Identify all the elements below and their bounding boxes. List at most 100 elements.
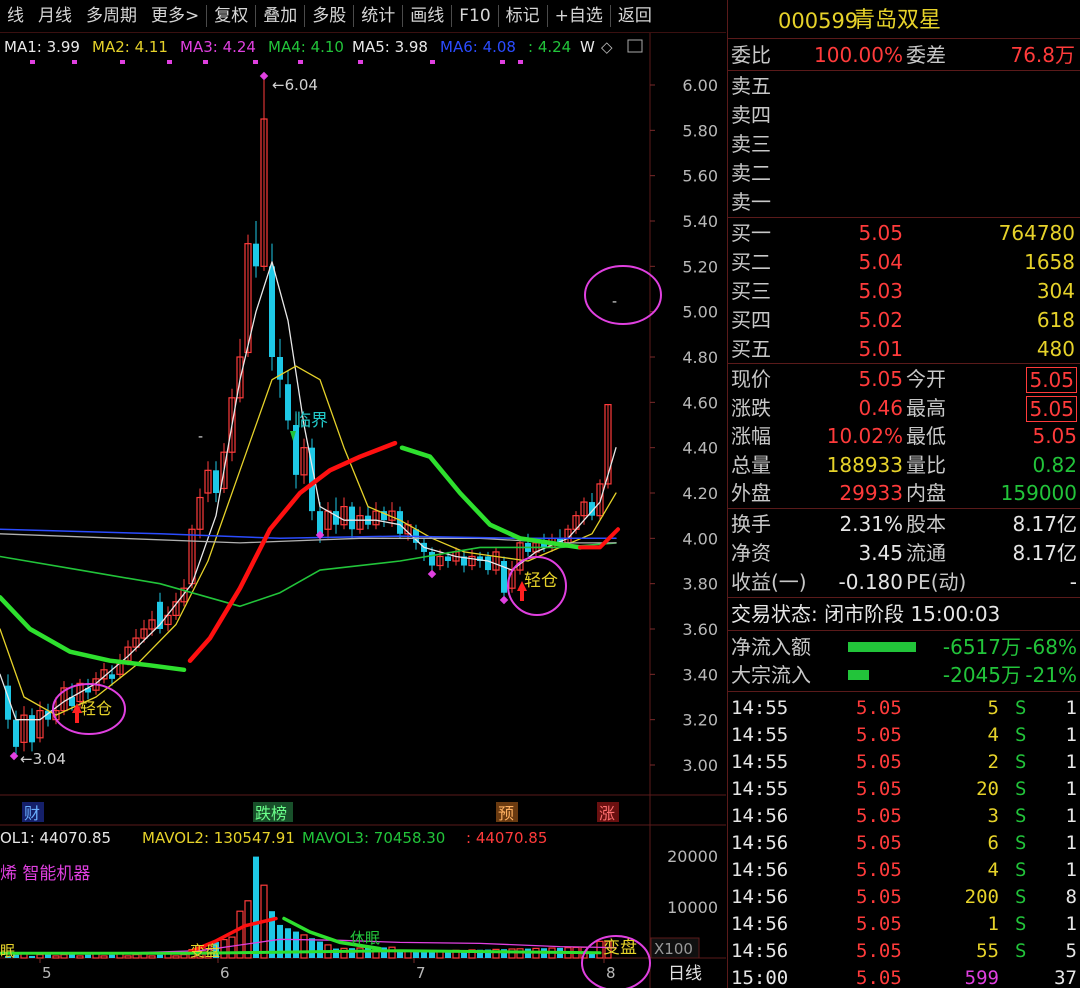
volume-bar-down: [381, 947, 387, 958]
kline-chart-svg[interactable]: MA1: 3.99 MA2: 4.11 MA3: 4.24 MA4: 4.10 MA5:…: [0, 33, 726, 988]
buy-level-row: 买二 5.04 1658: [728, 248, 1080, 276]
sell-level-row: 卖二: [728, 159, 1080, 187]
toolbar-item-3[interactable]: 更多>: [144, 0, 206, 33]
volume-axis-label: 10000: [667, 898, 718, 917]
ma-legend-dot: [298, 60, 303, 64]
tick-count: 1: [1065, 859, 1077, 881]
tick-count: 1: [1065, 778, 1077, 800]
kline-chart-area[interactable]: MA1: 3.99 MA2: 4.11 MA3: 4.24 MA4: 4.10 MA5:…: [0, 33, 726, 988]
quote-stat-label-2: 最高: [906, 395, 946, 420]
tick-volume: 4: [987, 859, 999, 881]
toolbar-item-5[interactable]: 叠加: [256, 0, 304, 33]
tick-price: 5.05: [856, 778, 902, 800]
toolbar-item-9[interactable]: F10: [452, 0, 497, 33]
candle-body-down: [429, 551, 435, 566]
quote-stat2-label-2: 股本: [906, 512, 946, 536]
low-price-label: ←3.04: [20, 750, 66, 768]
toolbar-item-7[interactable]: 统计: [354, 0, 402, 33]
quote-stat2-value: 2.31%: [839, 512, 903, 536]
ma4-thick-green-right: [399, 445, 583, 550]
ma-legend-dot: [120, 60, 125, 64]
tick-row: 14:56 5.05 1 S 1: [728, 911, 1080, 938]
price-axis-label: 3.80: [682, 575, 718, 594]
event-marker-yu: 预: [498, 804, 514, 823]
tick-time: 14:56: [731, 832, 789, 854]
price-axis-label: 6.00: [682, 76, 718, 95]
event-marker-zhang: 涨: [599, 804, 615, 823]
buy-level-volume: 618: [1036, 308, 1075, 332]
tick-count: 1: [1065, 724, 1077, 746]
candle-body-down: [109, 674, 115, 679]
ma-legend-7: W: [580, 38, 595, 56]
ma-legend-8: ◇: [601, 38, 613, 56]
volume-bar-down: [157, 954, 163, 958]
buy-level-volume: 764780: [998, 221, 1075, 245]
panel-toggle-icon: [627, 39, 643, 53]
volume-bar-up: [508, 948, 516, 959]
tick-price: 5.05: [856, 805, 902, 827]
price-axis-label: 3.40: [682, 665, 718, 684]
vol-annotation-biandan: 变盘: [190, 942, 220, 960]
signal-marker: [427, 569, 437, 579]
event-marker-cai: 财: [24, 804, 40, 823]
candle-body-down: [317, 511, 323, 534]
toolbar-item-0[interactable]: 线: [0, 0, 31, 33]
weicha-value: 76.8万: [1010, 43, 1075, 67]
price-axis-label: 5.40: [682, 212, 718, 231]
stock-header: 000599 青岛双星: [728, 4, 1080, 38]
quote-stat-value-2: 159000: [1000, 481, 1077, 506]
tick-price: 5.05: [856, 967, 902, 988]
toolbar-item-10[interactable]: 标记: [499, 0, 547, 33]
chart-toolbar: 线月线 多周期 更多> 复权 叠加 多股 统计 画线 F10 标记 +自选 返回: [0, 0, 726, 33]
toolbar-item-12[interactable]: 返回: [611, 0, 659, 33]
ma-legend-dot: [518, 60, 523, 64]
tick-price: 5.05: [856, 751, 902, 773]
quote-stat2-label-2: 流通: [906, 541, 946, 565]
high-price-label: ←6.04: [272, 76, 318, 94]
quote-stat-label: 现价: [731, 367, 771, 391]
quote-stat2-label-2: PE(动): [906, 570, 967, 594]
tick-row: 15:00 5.05 599 37: [728, 965, 1080, 988]
ma4-thick-green-left: [0, 595, 187, 673]
toolbar-item-1[interactable]: 月线: [31, 0, 79, 33]
tick-time: 14:56: [731, 859, 789, 881]
high-marker: [259, 71, 269, 81]
mavol2-legend: MAVOL2: 130547.91: [142, 829, 295, 847]
quote-stat2-value-2: 8.17亿: [1012, 512, 1077, 536]
sell-level-label: 卖五: [731, 74, 771, 98]
period-selector[interactable]: 日线: [668, 964, 702, 984]
sell-level-row: 卖五: [728, 72, 1080, 100]
buy-level-volume: 480: [1036, 337, 1075, 361]
ma-legend-dot: [167, 60, 172, 64]
volume-bar-up: [404, 950, 412, 959]
tick-volume: 5: [987, 697, 999, 719]
toolbar-item-2[interactable]: 多周期: [79, 0, 144, 33]
tick-price: 5.05: [856, 697, 902, 719]
volume-bar-up: [124, 955, 132, 959]
quote-stat2-value-2: -: [1069, 570, 1077, 594]
buy-level-price: 5.03: [858, 279, 903, 303]
tick-row: 14:56 5.05 200 S 8: [728, 884, 1080, 911]
volume-bar-up: [172, 955, 180, 959]
tick-count: 37: [1054, 967, 1077, 988]
vol-annotation-mian: 眠: [0, 942, 15, 960]
quote-stat2-value: 3.45: [858, 541, 903, 565]
weibi-row: 委比 100.00% 委差 76.8万: [728, 41, 1080, 69]
toolbar-item-6[interactable]: 多股: [305, 0, 353, 33]
tick-row: 14:55 5.05 2 S 1: [728, 749, 1080, 776]
volume-bar-down: [29, 955, 35, 958]
tick-count: 8: [1065, 886, 1077, 908]
quote-stat-value: 188933: [826, 452, 903, 477]
tick-volume: 3: [987, 805, 999, 827]
tick-count: 1: [1065, 832, 1077, 854]
mavol3-legend: MAVOL3: 70458.30: [302, 829, 445, 847]
quote-stat-label-2: 量比: [906, 452, 946, 477]
toolbar-item-4[interactable]: 复权: [207, 0, 255, 33]
tick-time: 14:56: [731, 805, 789, 827]
toolbar-item-11[interactable]: +自选: [548, 0, 610, 33]
tick-side: S: [1015, 913, 1027, 935]
indicator-label: 烯 智能机器: [0, 864, 90, 884]
linjie-label: 临界: [294, 411, 328, 431]
toolbar-item-8[interactable]: 画线: [403, 0, 451, 33]
ma-legend-dot: [30, 60, 35, 64]
